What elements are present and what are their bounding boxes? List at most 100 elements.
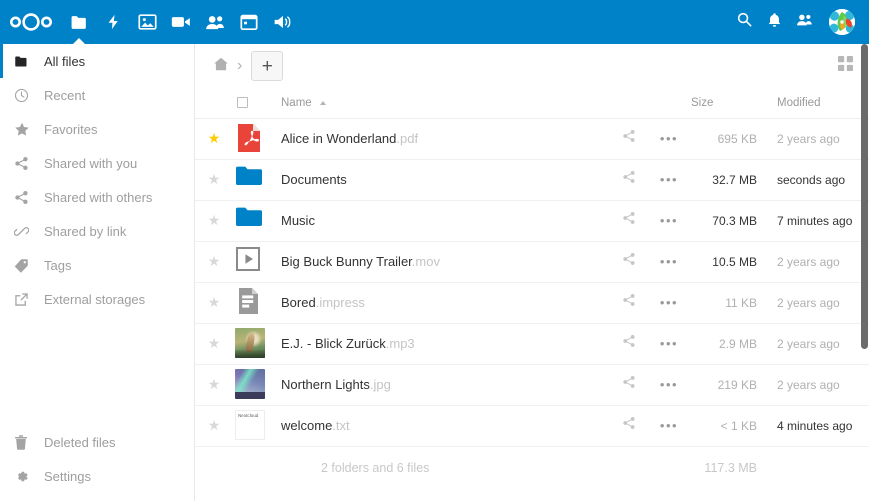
- column-header-size[interactable]: Size: [691, 88, 765, 118]
- favorite-cell: ★: [195, 159, 233, 200]
- column-header-share: [611, 88, 647, 118]
- more-actions-icon[interactable]: •••: [660, 172, 678, 187]
- aurora-photo-thumbnail: [235, 369, 265, 399]
- share-icon[interactable]: [622, 170, 636, 189]
- favorite-star-icon[interactable]: ★: [208, 171, 221, 187]
- nav-app-announcements[interactable]: [266, 0, 300, 44]
- table-row[interactable]: ★ Big Buck Bunny Trailer.mov: [195, 241, 869, 282]
- sidebar-item-recent[interactable]: Recent: [0, 78, 194, 112]
- file-size: 695 KB: [691, 118, 765, 159]
- nav-app-photos[interactable]: [130, 0, 164, 44]
- file-name-cell[interactable]: welcome.txt: [273, 405, 611, 446]
- text-preview-content: Nextcloud: [238, 413, 263, 419]
- favorite-star-icon[interactable]: ★: [208, 417, 221, 433]
- sidebar-item-favorites[interactable]: Favorites: [0, 112, 194, 146]
- avatar[interactable]: [829, 9, 855, 35]
- more-actions-icon[interactable]: •••: [660, 131, 678, 146]
- summary-spacer: [233, 446, 273, 490]
- sidebar-item-all-files[interactable]: All files: [0, 44, 194, 78]
- search-button[interactable]: [729, 0, 759, 44]
- sidebar-item-external-storages[interactable]: External storages: [0, 282, 194, 316]
- share-icon[interactable]: [622, 252, 636, 271]
- table-row[interactable]: ★ Nextcloud welcome.txt: [195, 405, 869, 446]
- nav-app-activity[interactable]: [96, 0, 130, 44]
- sidebar-item-shared-with-others[interactable]: Shared with others: [0, 180, 194, 214]
- summary-spacer: [765, 446, 869, 490]
- share-icon[interactable]: [622, 129, 636, 148]
- sidebar-item-deleted-files[interactable]: Deleted files: [0, 425, 194, 459]
- vertical-scrollbar-thumb[interactable]: [861, 44, 868, 349]
- grid-view-toggle[interactable]: [831, 52, 859, 80]
- new-file-button[interactable]: +: [251, 51, 283, 81]
- file-name-cell[interactable]: Northern Lights.jpg: [273, 364, 611, 405]
- table-row[interactable]: ★ Documents: [195, 159, 869, 200]
- favorite-cell: ★: [195, 364, 233, 405]
- file-modified: 7 minutes ago: [765, 200, 869, 241]
- file-name-cell[interactable]: Big Buck Bunny Trailer.mov: [273, 241, 611, 282]
- summary-counts: 2 folders and 6 files: [273, 446, 611, 490]
- file-name-cell[interactable]: Alice in Wonderland.pdf: [273, 118, 611, 159]
- user-avatar: [829, 9, 855, 35]
- breadcrumb-home[interactable]: [207, 52, 235, 80]
- folder-icon: [235, 205, 267, 237]
- vertical-scrollbar-track[interactable]: [861, 44, 868, 501]
- file-extension: .impress: [316, 295, 365, 310]
- sidebar-item-label: Settings: [44, 469, 91, 484]
- more-actions-icon[interactable]: •••: [660, 377, 678, 392]
- select-all-checkbox-cell: [233, 88, 273, 118]
- file-name: Bored: [281, 295, 316, 310]
- table-row[interactable]: ★ E.J. - Blick Zurück.mp3: [195, 323, 869, 364]
- file-size: 70.3 MB: [691, 200, 765, 241]
- table-row[interactable]: ★ B: [195, 282, 869, 323]
- table-row[interactable]: ★ Northern Lights.jpg: [195, 364, 869, 405]
- share-icon[interactable]: [622, 211, 636, 230]
- nextcloud-logo[interactable]: [0, 0, 62, 44]
- favorite-star-icon[interactable]: ★: [208, 130, 221, 146]
- share-icon[interactable]: [622, 334, 636, 353]
- sidebar-item-shared-with-you[interactable]: Shared with you: [0, 146, 194, 180]
- favorite-star-icon[interactable]: ★: [208, 376, 221, 392]
- more-actions-icon[interactable]: •••: [660, 254, 678, 269]
- favorite-star-icon[interactable]: ★: [208, 294, 221, 310]
- contacts-menu-button[interactable]: [789, 0, 819, 44]
- favorite-star-icon[interactable]: ★: [208, 212, 221, 228]
- sidebar-item-label: All files: [44, 54, 85, 69]
- column-header-name[interactable]: Name: [273, 88, 611, 118]
- more-actions-cell: •••: [647, 159, 691, 200]
- file-extension: .mov: [412, 254, 440, 269]
- favorite-cell: ★: [195, 118, 233, 159]
- summary-spacer: [195, 446, 233, 490]
- file-icon-cell: [233, 200, 273, 241]
- nav-app-video[interactable]: [164, 0, 198, 44]
- more-actions-icon[interactable]: •••: [660, 418, 678, 433]
- favorite-star-icon[interactable]: ★: [208, 253, 221, 269]
- nav-app-files[interactable]: [62, 0, 96, 44]
- sidebar-item-label: Tags: [44, 258, 71, 273]
- sidebar-item-tags[interactable]: Tags: [0, 248, 194, 282]
- nav-app-calendar[interactable]: [232, 0, 266, 44]
- nav-app-contacts[interactable]: [198, 0, 232, 44]
- more-actions-cell: •••: [647, 405, 691, 446]
- table-row[interactable]: ★ Alice in Wonderland.pdf: [195, 118, 869, 159]
- file-name-cell[interactable]: Music: [273, 200, 611, 241]
- folder-icon: [70, 13, 89, 32]
- more-actions-icon[interactable]: •••: [660, 336, 678, 351]
- select-all-checkbox[interactable]: [237, 97, 248, 108]
- column-header-modified[interactable]: Modified: [765, 88, 869, 118]
- file-name-cell[interactable]: Documents: [273, 159, 611, 200]
- share-icon[interactable]: [622, 416, 636, 435]
- more-actions-icon[interactable]: •••: [660, 295, 678, 310]
- share-icon[interactable]: [622, 375, 636, 394]
- favorite-cell: ★: [195, 200, 233, 241]
- album-art-thumbnail: [235, 328, 265, 358]
- sidebar-item-shared-by-link[interactable]: Shared by link: [0, 214, 194, 248]
- table-row[interactable]: ★ Music: [195, 200, 869, 241]
- file-name-cell[interactable]: Bored.impress: [273, 282, 611, 323]
- sidebar-item-settings[interactable]: Settings: [0, 459, 194, 493]
- share-icon[interactable]: [622, 293, 636, 312]
- share-action-cell: [611, 405, 647, 446]
- favorite-star-icon[interactable]: ★: [208, 335, 221, 351]
- file-name-cell[interactable]: E.J. - Blick Zurück.mp3: [273, 323, 611, 364]
- notifications-button[interactable]: [759, 0, 789, 44]
- more-actions-icon[interactable]: •••: [660, 213, 678, 228]
